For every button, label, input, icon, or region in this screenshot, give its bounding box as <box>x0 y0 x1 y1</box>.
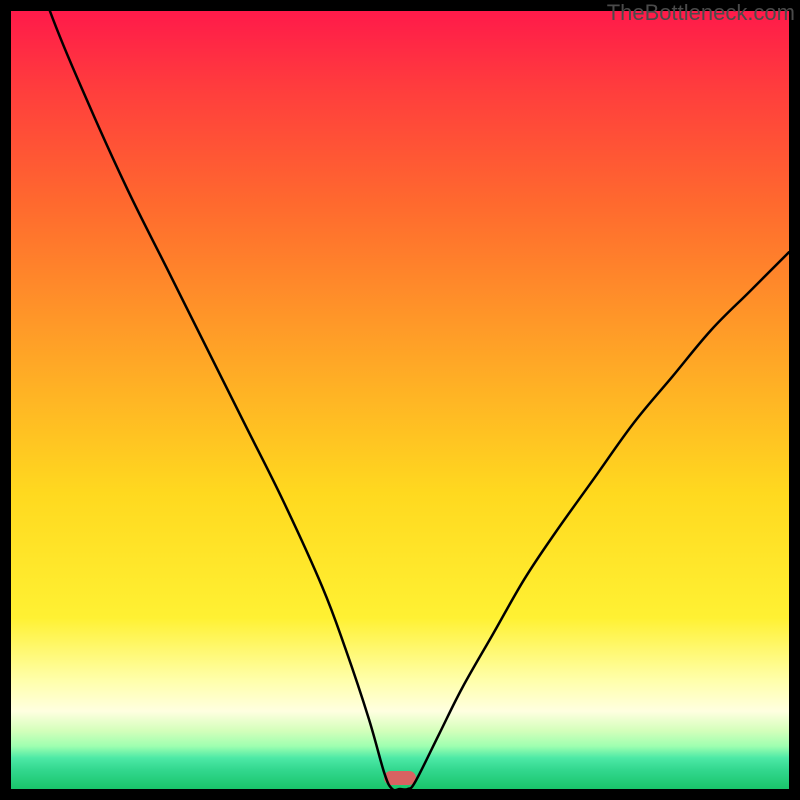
attribution-label: TheBottleneck.com <box>607 0 795 26</box>
plot-area <box>11 11 789 789</box>
curve-path <box>11 11 789 789</box>
chart-stage: TheBottleneck.com <box>0 0 800 800</box>
bottleneck-curve <box>11 11 789 789</box>
